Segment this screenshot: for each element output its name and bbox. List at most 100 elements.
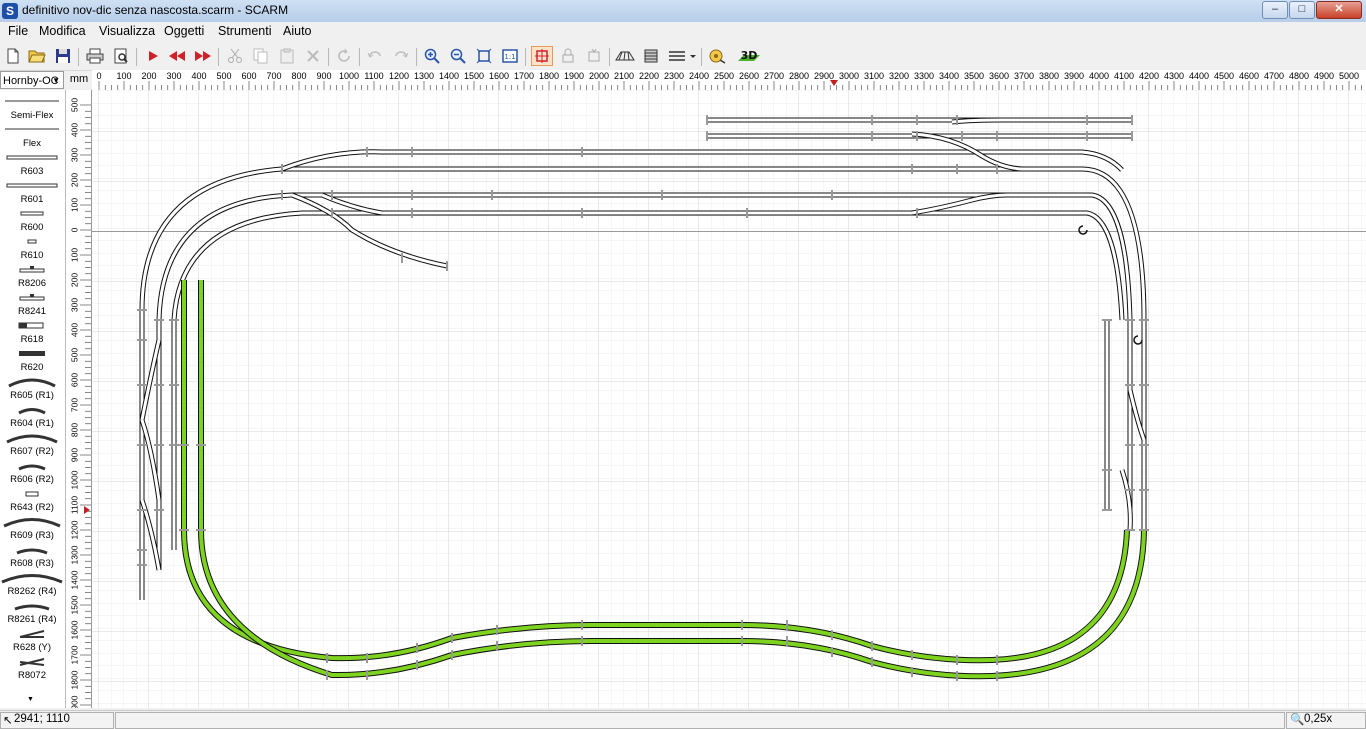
track-joint xyxy=(411,190,413,200)
palette-item-semi-flex[interactable]: Semi-Flex xyxy=(0,94,64,121)
close-button[interactable]: ✕ xyxy=(1316,1,1362,19)
print-icon[interactable] xyxy=(84,46,106,66)
palette-item-r609-r3[interactable]: R609 (R3) xyxy=(0,514,64,541)
track-joint xyxy=(706,131,708,141)
ruler-tick-label: 4600 xyxy=(1239,71,1259,81)
palette-item-r608-r3[interactable]: R608 (R3) xyxy=(0,542,64,569)
catalog-select[interactable]: Hornby-OC ▼ xyxy=(0,71,64,89)
ruler-tick-label: 1000 xyxy=(339,71,359,81)
track-joint xyxy=(871,657,873,667)
cursor-coordinates: 2941; 1110 xyxy=(14,713,70,725)
palette-item-r8262-r4[interactable]: R8262 (R4) xyxy=(0,570,64,597)
palette-item-r8206[interactable]: R8206 xyxy=(0,262,64,289)
measure-icon[interactable] xyxy=(706,46,728,66)
ruler-tick-label: 2400 xyxy=(689,71,709,81)
palette-item-r610[interactable]: R610 xyxy=(0,234,64,261)
scroll-down-icon[interactable]: ▼ xyxy=(27,696,34,703)
palette-item-r8072[interactable]: R8072 xyxy=(0,654,64,681)
menu-oggetti[interactable]: Oggetti xyxy=(164,24,204,38)
print-preview-icon[interactable] xyxy=(110,46,132,66)
track-plan[interactable] xyxy=(92,90,1366,708)
save-icon[interactable] xyxy=(52,46,74,66)
paste-icon[interactable] xyxy=(276,46,298,66)
palette-item-label: R600 xyxy=(20,222,44,233)
lock-icon[interactable] xyxy=(557,46,579,66)
palette-item-label: R607 (R2) xyxy=(10,446,54,457)
track-piece-icon xyxy=(19,351,45,356)
ruler-tick-label: 500 xyxy=(216,71,231,81)
palette-item-r605-r1[interactable]: R605 (R1) xyxy=(0,374,64,401)
rotate-icon[interactable] xyxy=(333,46,355,66)
scarm-app-icon[interactable]: S xyxy=(2,3,18,19)
ruler-tick-label: 100 xyxy=(69,248,79,262)
palette-item-r604-r1[interactable]: R604 (R1) xyxy=(0,402,64,429)
track-joint xyxy=(581,147,583,157)
palette-item-r600[interactable]: R600 xyxy=(0,206,64,233)
palette-item-r628-y[interactable]: R628 (Y) xyxy=(0,626,64,653)
ruler-tick-label: 1800 xyxy=(539,71,559,81)
ruler-tick-label: 800 xyxy=(291,71,306,81)
palette-item-flex[interactable]: Flex xyxy=(0,122,64,149)
zoom-in-icon[interactable] xyxy=(421,46,443,66)
ruler-tick-label: 3500 xyxy=(964,71,984,81)
palette-item-label: R601 xyxy=(20,194,44,205)
palette-item-label: Semi-Flex xyxy=(10,110,54,121)
menu-aiuto[interactable]: Aiuto xyxy=(283,24,312,38)
undo-icon[interactable] xyxy=(364,46,386,66)
palette-item-r607-r2[interactable]: R607 (R2) xyxy=(0,430,64,457)
palette-item-r8241[interactable]: R8241 xyxy=(0,290,64,317)
palette-item-r8261-r4[interactable]: R8261 (R4) xyxy=(0,598,64,625)
new-file-icon[interactable] xyxy=(2,46,24,66)
delete-icon[interactable] xyxy=(302,46,324,66)
track-joint xyxy=(179,529,189,531)
fast-forward-icon[interactable] xyxy=(192,46,214,66)
track-piece-icon xyxy=(6,183,58,188)
layout-canvas[interactable] xyxy=(92,90,1366,708)
ruler-tick-label: 1900 xyxy=(69,695,79,708)
ruler-tick-label: 4900 xyxy=(1314,71,1334,81)
track-joint xyxy=(1125,489,1135,491)
line-style-icon[interactable] xyxy=(666,46,698,66)
redo-icon[interactable] xyxy=(390,46,412,66)
fit-to-window-icon[interactable] xyxy=(473,46,495,66)
minimize-button[interactable]: – xyxy=(1262,1,1288,19)
play-icon[interactable] xyxy=(142,46,164,66)
track-view-icon[interactable] xyxy=(614,46,636,66)
menu-modifica[interactable]: Modifica xyxy=(39,24,86,38)
crossover-short-track[interactable] xyxy=(951,117,1003,125)
zoom-1to1-icon[interactable]: 1:1 xyxy=(499,46,521,66)
palette-item-label: R628 (Y) xyxy=(12,642,51,653)
sleepers-view-icon[interactable] xyxy=(640,46,662,66)
track-piece-icon xyxy=(6,155,58,160)
maximize-button[interactable]: □ xyxy=(1289,1,1315,19)
track-joint xyxy=(331,190,333,200)
menu-strumenti[interactable]: Strumenti xyxy=(218,24,272,38)
palette-item-r618[interactable]: R618 xyxy=(0,318,64,345)
palette-item-r643-r2[interactable]: R643 (R2) xyxy=(0,486,64,513)
track-joint xyxy=(196,529,206,531)
ruler-tick-label: 100 xyxy=(69,198,79,212)
track-palette: Semi-Flex Flex R603 R601 R600 R610 R8206 R8241 R… xyxy=(0,90,66,708)
track-joint xyxy=(169,384,179,386)
track-joint xyxy=(1139,489,1149,491)
rewind-icon[interactable] xyxy=(166,46,188,66)
copy-icon[interactable] xyxy=(250,46,272,66)
zoom-out-icon[interactable] xyxy=(447,46,469,66)
track-joint xyxy=(154,509,164,511)
palette-item-r620[interactable]: R620 xyxy=(0,346,64,373)
ruler-tick-label: 3400 xyxy=(939,71,959,81)
track-joint xyxy=(416,643,418,653)
cut-icon[interactable] xyxy=(224,46,246,66)
menu-file[interactable]: File xyxy=(8,24,28,38)
group-icon[interactable] xyxy=(583,46,605,66)
layer-icon[interactable] xyxy=(531,46,553,66)
palette-item-r606-r2[interactable]: R606 (R2) xyxy=(0,458,64,485)
palette-item-r601[interactable]: R601 xyxy=(0,178,64,205)
open-folder-icon[interactable] xyxy=(26,46,48,66)
view-3d-icon[interactable]: 3D xyxy=(736,46,762,66)
track-joint xyxy=(956,164,958,174)
palette-item-label: R618 xyxy=(20,334,44,345)
palette-item-r603[interactable]: R603 xyxy=(0,150,64,177)
menu-visualizza[interactable]: Visualizza xyxy=(99,24,155,38)
track-joint xyxy=(911,650,913,660)
